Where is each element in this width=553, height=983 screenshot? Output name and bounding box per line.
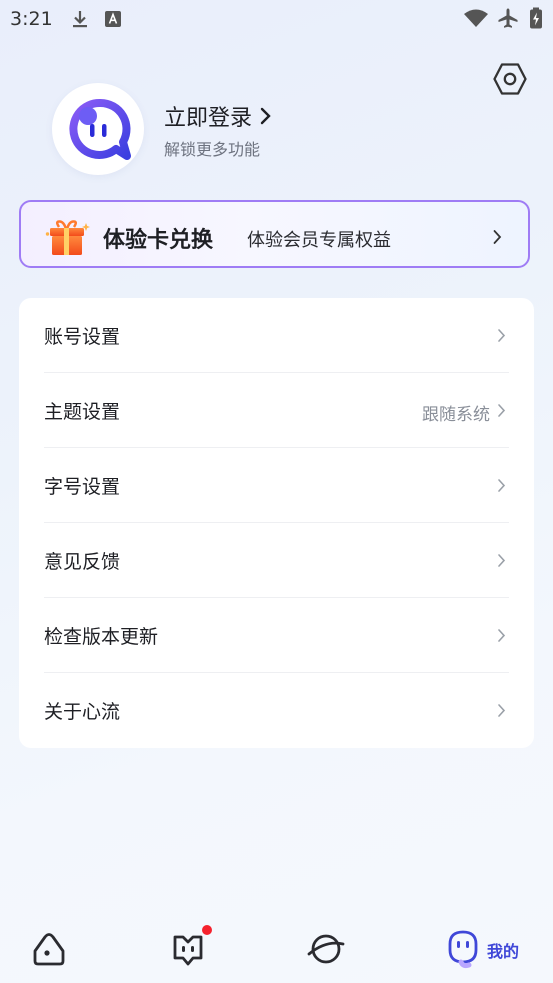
keyboard-a-icon xyxy=(105,11,121,27)
tab-home[interactable] xyxy=(31,929,67,969)
trial-card-exchange[interactable]: 体验卡兑换 体验会员专属权益 xyxy=(19,200,530,268)
card-subtitle: 体验会员专属权益 xyxy=(247,230,391,251)
chevron-right-icon xyxy=(498,479,506,492)
bottom-tab-bar: 我的 xyxy=(0,905,553,983)
profile-mascot-icon xyxy=(448,930,478,969)
gift-icon xyxy=(45,220,90,255)
menu-item-label: 意见反馈 xyxy=(44,551,121,573)
airplane-icon xyxy=(498,8,518,28)
menu-item-label: 账号设置 xyxy=(44,326,121,348)
chevron-right-icon xyxy=(260,107,271,125)
status-time: 3:21 xyxy=(10,8,53,30)
chevron-right-icon xyxy=(498,554,506,567)
card-title: 体验卡兑换 xyxy=(103,228,214,253)
menu-item-label: 关于心流 xyxy=(44,701,121,723)
menu-item-check-update[interactable]: 检查版本更新 xyxy=(19,598,534,673)
chevron-right-icon xyxy=(498,629,506,642)
login-title: 立即登录 xyxy=(164,106,253,131)
menu-item-theme-settings[interactable]: 主题设置 跟随系统 xyxy=(19,373,534,448)
hexagon-settings-icon[interactable] xyxy=(492,61,528,97)
chevron-right-icon xyxy=(493,230,502,244)
app-logo-icon xyxy=(69,98,131,160)
notification-badge xyxy=(202,925,212,935)
tab-label: 我的 xyxy=(487,942,520,961)
settings-menu: 账号设置 主题设置 跟随系统 字号设置 意见反馈 检查版本更新 关于心流 xyxy=(19,298,534,748)
menu-item-feedback[interactable]: 意见反馈 xyxy=(19,523,534,598)
chevron-right-icon xyxy=(498,329,506,342)
menu-item-label: 字号设置 xyxy=(44,476,121,498)
menu-item-label: 主题设置 xyxy=(44,401,121,423)
tab-chat[interactable] xyxy=(171,929,205,969)
menu-item-account-settings[interactable]: 账号设置 xyxy=(19,298,534,373)
menu-item-value: 跟随系统 xyxy=(422,405,490,425)
chevron-right-icon xyxy=(498,704,506,717)
chevron-right-icon xyxy=(498,404,506,417)
download-icon xyxy=(73,11,87,28)
login-link[interactable]: 立即登录 xyxy=(164,100,274,132)
avatar[interactable] xyxy=(52,83,144,175)
menu-item-font-size-settings[interactable]: 字号设置 xyxy=(19,448,534,523)
status-bar: 3:21 xyxy=(0,0,553,38)
battery-charging-icon xyxy=(530,7,542,29)
tab-discover[interactable] xyxy=(307,929,345,969)
wifi-icon xyxy=(464,9,488,27)
menu-item-about[interactable]: 关于心流 xyxy=(19,673,534,748)
login-subtitle: 解锁更多功能 xyxy=(164,140,261,159)
menu-item-label: 检查版本更新 xyxy=(44,626,159,648)
